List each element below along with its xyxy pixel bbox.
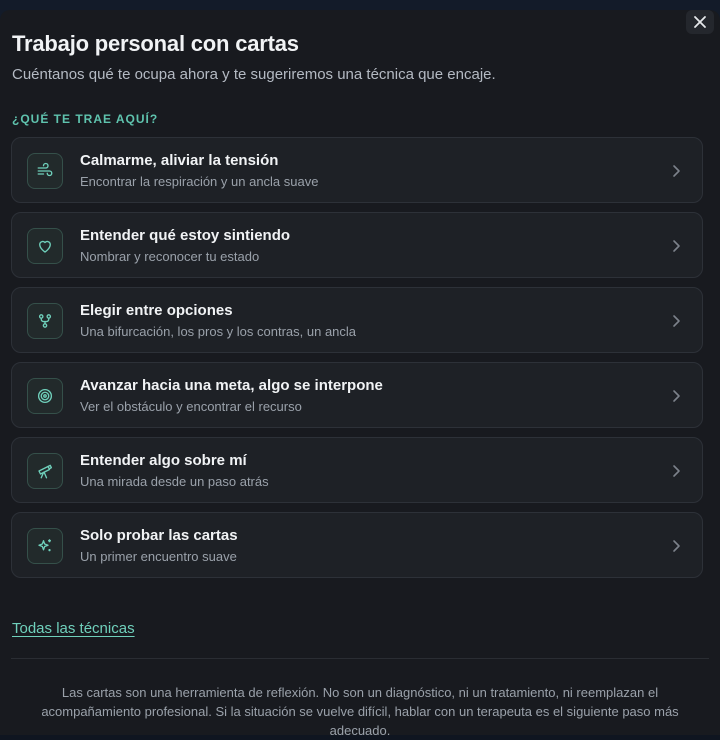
all-techniques-link[interactable]: Todas las técnicas <box>12 620 135 637</box>
option-description: Encontrar la respiración y un ancla suav… <box>80 174 319 189</box>
option-self[interactable]: Entender algo sobre mí Una mirada desde … <box>11 437 703 503</box>
option-calm[interactable]: Calmarme, aliviar la tensión Encontrar l… <box>11 137 703 203</box>
option-feelings[interactable]: Entender qué estoy sintiendo Nombrar y r… <box>11 212 703 278</box>
option-choose[interactable]: Elegir entre opciones Una bifurcación, l… <box>11 287 703 353</box>
target-icon <box>27 378 63 414</box>
option-title: Calmarme, aliviar la tensión <box>80 152 279 169</box>
close-icon <box>694 16 706 28</box>
option-description: Ver el obstáculo y encontrar el recurso <box>80 399 302 414</box>
option-try-cards[interactable]: Solo probar las cartas Un primer encuent… <box>11 512 703 578</box>
telescope-icon <box>27 453 63 489</box>
option-description: Nombrar y reconocer tu estado <box>80 249 260 264</box>
option-title: Solo probar las cartas <box>80 527 238 544</box>
option-goal[interactable]: Avanzar hacia una meta, algo se interpon… <box>11 362 703 428</box>
chevron-right-icon <box>673 540 680 552</box>
chevron-right-icon <box>673 315 680 327</box>
section-label: ¿QUÉ TE TRAE AQUÍ? <box>12 112 159 126</box>
option-title: Entender algo sobre mí <box>80 452 247 469</box>
chevron-right-icon <box>673 165 680 177</box>
sparkles-icon <box>27 528 63 564</box>
fork-icon <box>27 303 63 339</box>
option-title: Avanzar hacia una meta, algo se interpon… <box>80 377 383 394</box>
modal-subtitle: Cuéntanos qué te ocupa ahora y te sugeri… <box>12 66 496 83</box>
option-title: Elegir entre opciones <box>80 302 233 319</box>
technique-picker-modal: Trabajo personal con cartas Cuéntanos qu… <box>0 10 720 738</box>
chevron-right-icon <box>673 240 680 252</box>
options-list: Calmarme, aliviar la tensión Encontrar l… <box>11 137 703 587</box>
chevron-right-icon <box>673 390 680 402</box>
option-description: Un primer encuentro suave <box>80 549 237 564</box>
disclaimer-footer: Las cartas son una herramienta de reflex… <box>11 658 709 738</box>
close-button[interactable] <box>686 10 714 34</box>
option-title: Entender qué estoy sintiendo <box>80 227 291 244</box>
heart-icon <box>27 228 63 264</box>
option-description: Una mirada desde un paso atrás <box>80 474 269 489</box>
chevron-right-icon <box>673 465 680 477</box>
disclaimer-text: Las cartas son una herramienta de reflex… <box>41 685 679 738</box>
modal-title: Trabajo personal con cartas <box>12 31 299 56</box>
wind-icon <box>27 153 63 189</box>
option-description: Una bifurcación, los pros y los contras,… <box>80 324 357 339</box>
